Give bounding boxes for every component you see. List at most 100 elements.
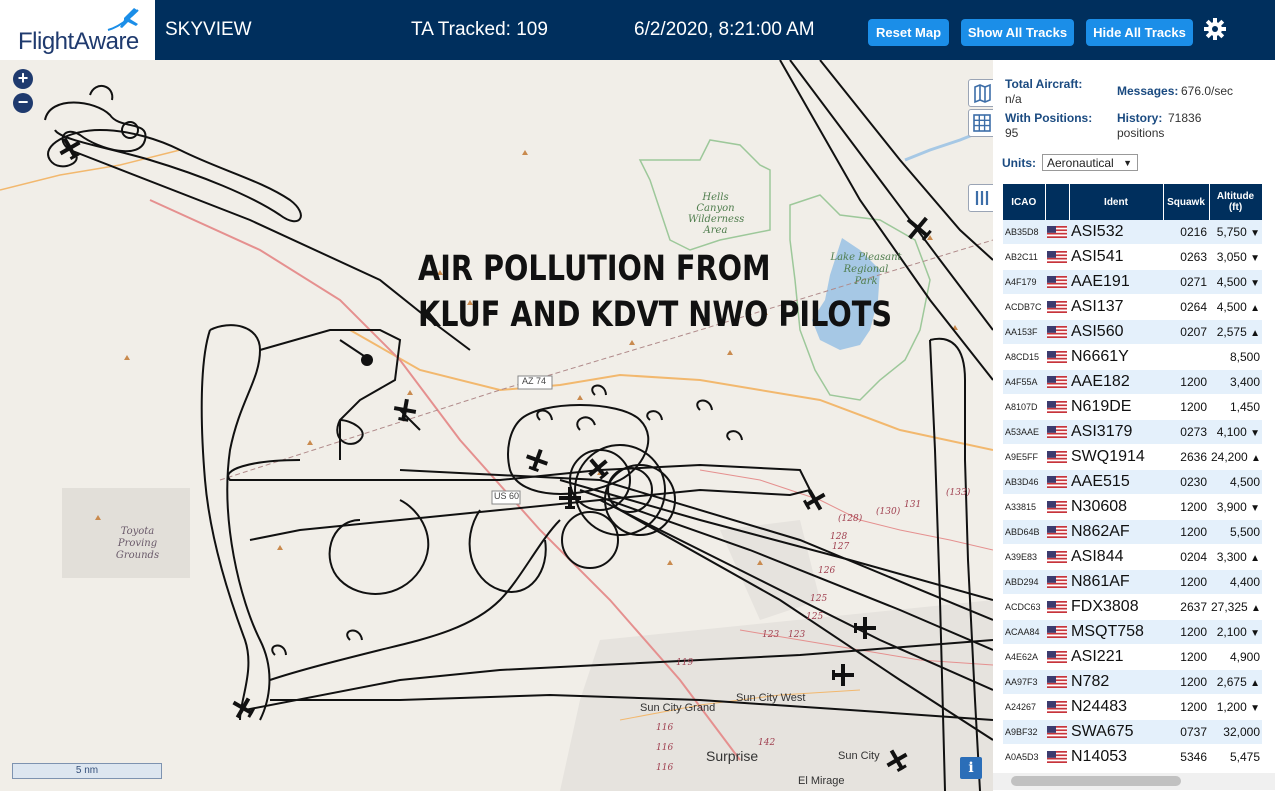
current-datetime: 6/2/2020, 8:21:00 AM <box>634 19 815 40</box>
flag-cell <box>1045 644 1069 670</box>
sun-city-label: Sun City <box>838 750 880 762</box>
altitude-trend-icon: ▼ <box>1250 278 1260 289</box>
gear-icon[interactable] <box>1203 17 1227 41</box>
us-flag-icon <box>1047 350 1067 363</box>
zoom-in-button[interactable]: + <box>13 69 33 89</box>
us-flag-icon <box>1047 375 1067 388</box>
flag-cell <box>1045 719 1069 745</box>
total-aircraft-label: Total Aircraft: <box>1005 77 1083 91</box>
us-flag-icon <box>1047 700 1067 713</box>
flag-cell <box>1045 269 1069 295</box>
reset-map-button[interactable]: Reset Map <box>868 19 949 46</box>
table-row[interactable]: A39E83 ASI844 0204 3,300 ▲ <box>1003 544 1262 570</box>
ident-cell: ASI3179 <box>1069 419 1163 445</box>
altitude-value: 2,675 <box>1216 675 1247 689</box>
icao-cell: A33815 <box>1003 494 1045 520</box>
table-row[interactable]: AB3D46 AAE515 0230 4,500 <box>1003 469 1262 495</box>
history-value: 71836 <box>1168 111 1202 125</box>
squawk-column-header[interactable]: Squawk <box>1163 184 1210 220</box>
flag-cell <box>1045 494 1069 520</box>
sun-city-grand-label: Sun City Grand <box>640 702 716 714</box>
altitude-trend-icon: ▲ <box>1250 303 1260 314</box>
table-row[interactable]: ACDC63 FDX3808 2637 27,325 ▲ <box>1003 594 1262 620</box>
table-row[interactable]: A4E62A ASI221 1200 4,900 <box>1003 644 1262 670</box>
flag-column-header[interactable] <box>1045 184 1070 220</box>
us-flag-icon <box>1047 275 1067 288</box>
altitude-trend-icon: ▲ <box>1251 603 1261 614</box>
altitude-value: 4,400 <box>1229 575 1260 589</box>
altitude-value: 4,500 <box>1216 300 1247 314</box>
ident-cell: SWA675 <box>1069 719 1163 745</box>
icao-column-header[interactable]: ICAO <box>1003 184 1046 220</box>
scale-bar: 5 nm <box>12 763 162 779</box>
ident-column-header[interactable]: Ident <box>1069 184 1164 220</box>
table-row[interactable]: ABD64B N862AF 1200 5,500 <box>1003 519 1262 545</box>
overlay-line-2: KLUF AND KDVT NWO PILOTS <box>418 295 892 335</box>
ident-cell: N861AF <box>1069 569 1163 595</box>
altitude-trend-icon: ▼ <box>1250 428 1260 439</box>
hide-all-tracks-button[interactable]: Hide All Tracks <box>1086 19 1193 46</box>
units-select[interactable]: Aeronautical ▼ <box>1042 154 1138 171</box>
icao-cell: A53AAE <box>1003 419 1045 445</box>
squawk-cell: 0737 <box>1163 719 1209 745</box>
squawk-cell: 1200 <box>1163 519 1209 545</box>
altitude-column-header[interactable]: Altitude (ft) <box>1209 184 1263 220</box>
zoom-out-button[interactable]: − <box>13 93 33 113</box>
table-row[interactable]: A9BF32 SWA675 0737 32,000 <box>1003 719 1262 745</box>
flightaware-logo[interactable]: FlightAware <box>0 0 155 60</box>
table-row[interactable]: AA97F3 N782 1200 2,675 ▲ <box>1003 669 1262 695</box>
column-toggle-button[interactable] <box>968 184 993 212</box>
table-row[interactable]: A8107D N619DE 1200 1,450 <box>1003 394 1262 420</box>
us-flag-icon <box>1047 425 1067 438</box>
altitude-cell: 27,325 ▲ <box>1209 594 1262 620</box>
squawk-cell: 5346 <box>1163 744 1209 770</box>
altitude-value: 1,450 <box>1229 400 1260 414</box>
icao-cell: A0A5D3 <box>1003 744 1045 770</box>
flag-cell <box>1045 419 1069 445</box>
icao-cell: ACAA84 <box>1003 619 1045 645</box>
table-row[interactable]: AA153F ASI560 0207 2,575 ▲ <box>1003 319 1262 345</box>
table-row[interactable]: A4F55A AAE182 1200 3,400 <box>1003 369 1262 395</box>
icao-cell: ABD64B <box>1003 519 1045 545</box>
grid-toggle-button[interactable] <box>968 109 993 137</box>
altitude-cell: 4,500 ▼ <box>1209 269 1262 295</box>
altitude-cell: 2,675 ▲ <box>1209 669 1262 695</box>
map-view[interactable]: Hells Canyon Wilderness Area Lake Pleasant… <box>0 60 993 791</box>
with-positions-value: 95 <box>1005 126 1019 140</box>
show-all-tracks-button[interactable]: Show All Tracks <box>961 19 1074 46</box>
altitude-cell: 4,500 <box>1209 469 1262 495</box>
squawk-cell: 0263 <box>1163 244 1209 270</box>
icao-cell: A39E83 <box>1003 544 1045 570</box>
scrollbar-thumb[interactable] <box>1011 776 1181 786</box>
table-row[interactable]: A9E5FF SWQ1914 2636 24,200 ▲ <box>1003 444 1262 470</box>
table-row[interactable]: A53AAE ASI3179 0273 4,100 ▼ <box>1003 419 1262 445</box>
table-row[interactable]: ACAA84 MSQT758 1200 2,100 ▼ <box>1003 619 1262 645</box>
hells-canyon-label: Hells Canyon Wilderness Area <box>688 192 745 236</box>
table-row[interactable]: ACDB7C ASI137 0264 4,500 ▲ <box>1003 294 1262 320</box>
ident-cell: ASI532 <box>1069 220 1163 245</box>
info-button[interactable]: i <box>960 757 982 779</box>
total-aircraft-value: n/a <box>1005 92 1022 106</box>
table-row[interactable]: AB35D8 ASI532 0216 5,750 ▼ <box>1003 220 1262 245</box>
ident-cell: FDX3808 <box>1069 594 1163 620</box>
altitude-cell: 3,050 ▼ <box>1209 244 1262 270</box>
table-row[interactable]: ABD294 N861AF 1200 4,400 <box>1003 569 1262 595</box>
table-row[interactable]: AB2C11 ASI541 0263 3,050 ▼ <box>1003 244 1262 270</box>
ident-cell: AAE191 <box>1069 269 1163 295</box>
map-canvas <box>0 60 993 791</box>
table-row[interactable]: A33815 N30608 1200 3,900 ▼ <box>1003 494 1262 520</box>
map-layers-button[interactable] <box>968 79 993 107</box>
table-row[interactable]: A0A5D3 N14053 5346 5,475 <box>1003 744 1262 770</box>
icao-cell: A8107D <box>1003 394 1045 420</box>
table-row[interactable]: A24267 N24483 1200 1,200 ▼ <box>1003 694 1262 720</box>
table-row[interactable]: A4F179 AAE191 0271 4,500 ▼ <box>1003 269 1262 295</box>
surprise-label: Surprise <box>706 748 759 764</box>
table-row[interactable]: A8CD15 N6661Y 8,500 <box>1003 344 1262 370</box>
altitude-value: 2,575 <box>1216 325 1247 339</box>
flag-cell <box>1045 394 1069 420</box>
altitude-trend-icon: ▲ <box>1250 553 1260 564</box>
altitude-trend-icon: ▼ <box>1250 503 1260 514</box>
ident-cell: N24483 <box>1069 694 1163 720</box>
az74-shield-label: AZ 74 <box>522 376 547 386</box>
squawk-cell: 1200 <box>1163 369 1209 395</box>
